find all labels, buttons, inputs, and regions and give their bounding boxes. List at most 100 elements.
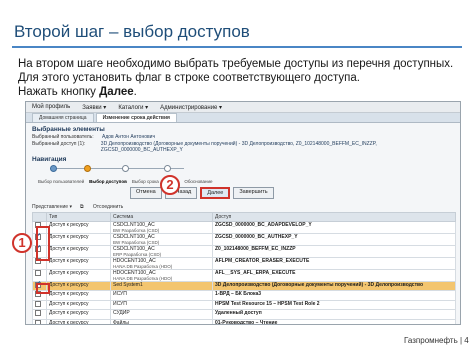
table-row[interactable]: Доступ к ресурсу ИСУП HPSM Test Resource 1… — [32, 299, 456, 311]
view-dropdown[interactable]: Представление ▾ — [32, 204, 72, 210]
wizard-stepper — [32, 165, 454, 179]
row-checkbox[interactable] — [35, 300, 41, 307]
instruction-text: На втором шаге необходимо выбрать требуе… — [18, 57, 458, 99]
row-system: ИСУП — [113, 300, 127, 307]
checkbox-highlight-box-2 — [36, 283, 50, 294]
table-toolbar: Представление ▾ ⧉ Отсоединить — [26, 201, 460, 212]
step-labels: Выбор пользователей Выбор доступов Выбор… — [38, 179, 454, 184]
next-button[interactable]: Далее — [200, 187, 231, 199]
col-header-type[interactable]: Тип — [46, 212, 111, 222]
row-system-description: ERP Разработка (CSD) — [113, 252, 162, 257]
instruction-line-2: Для этого установить флаг в строке соотв… — [18, 72, 360, 84]
row-checkbox[interactable] — [35, 270, 41, 276]
row-access: 1-ВРД – БК Блока3 — [212, 290, 456, 301]
step-label-users[interactable]: Выбор пользователей — [38, 179, 84, 184]
row-access: HPSM Test Resource 15 – HPSM Test Role 2 — [212, 299, 456, 311]
detach-icon: ⧉ — [79, 204, 85, 210]
row-system-cell: ИСУП — [110, 290, 213, 301]
menu-catalogs[interactable]: Каталоги ▾ — [118, 104, 148, 111]
step-dot-users[interactable] — [50, 165, 57, 172]
selected-user-value[interactable]: Адов Антон Антонович — [102, 134, 155, 140]
menu-requests[interactable]: Заявки ▾ — [82, 104, 106, 111]
row-access: ZGCSD_0000000_BC_AUTHEXP_Y — [212, 233, 456, 246]
access-table: Тип Система Доступ Доступ к ресурсу CSDCL… — [32, 212, 456, 325]
col-header-system[interactable]: Система — [110, 212, 213, 222]
selected-user-row: Выбранный пользователь: Адов Антон Антон… — [32, 134, 454, 140]
tab-change-validity[interactable]: Изменение срока действия — [95, 113, 177, 122]
row-type: Доступ к ресурсу — [46, 245, 111, 258]
row-type: Доступ к ресурсу — [46, 290, 111, 301]
row-select-cell — [32, 309, 47, 320]
row-system-description: BW Разработка (CSD) — [113, 240, 160, 245]
instruction-line-3: Нажать кнопку Далее. — [18, 85, 458, 99]
row-system-cell: СУДИР — [110, 309, 213, 320]
row-type: Доступ к ресурсу — [46, 299, 111, 311]
row-system: ИСУП — [113, 291, 127, 298]
step-label-justification[interactable]: Обоснование — [184, 179, 212, 184]
row-system-cell: ИСУП — [110, 299, 213, 311]
selected-user-label: Выбранный пользователь: — [32, 134, 94, 140]
table-row[interactable]: Доступ к ресурсу HDOCENT100_AC HANA DB Раз… — [32, 257, 456, 270]
selected-access-row: Выбранный доступ (1): 3D Делопроизводств… — [32, 141, 454, 153]
row-system-cell: CSDCLNT100_AC BW Разработка (CSD) — [110, 233, 213, 246]
menu-administration[interactable]: Администрирование ▾ — [160, 104, 222, 111]
title-divider — [12, 46, 462, 48]
footer-brand: Газпромнефть | 4 — [404, 336, 469, 345]
row-type: Доступ к ресурсу — [46, 221, 111, 234]
row-type: Доступ к ресурсу — [46, 269, 111, 282]
top-menu: Мой профиль Заявки ▾ Каталоги ▾ Админист… — [26, 102, 460, 113]
row-type: Доступ к ресурсу — [46, 257, 111, 270]
row-system-description: HANA DB Разработка (HDO) — [113, 276, 173, 281]
cancel-button[interactable]: Отмена — [130, 187, 162, 199]
col-header-select[interactable] — [32, 212, 47, 222]
selected-access-label: Выбранный доступ (1): — [32, 141, 86, 147]
table-row[interactable]: Доступ к ресурсуCSDCLNT100_ACERP Разрабо… — [32, 244, 456, 258]
table-row[interactable]: Доступ к ресурсуCSDCLNT100_ACBW Разработ… — [32, 221, 456, 234]
instruction-line-3-prefix: Нажать кнопку — [18, 86, 100, 98]
step-dot-justification[interactable] — [164, 165, 171, 172]
callout-1: 1 — [12, 233, 32, 253]
tab-bar: Домашняя страница Изменение срока действ… — [26, 113, 460, 123]
step-dot-access[interactable] — [84, 165, 91, 172]
wizard-panel: Выбранные элементы Выбранный пользовател… — [26, 123, 460, 201]
table-row[interactable]: Доступ к ресурсу ИСУП 1-ВРД – БК Блока3 — [32, 290, 456, 301]
tab-home[interactable]: Домашняя страница — [32, 113, 94, 122]
row-access: Удаленный доступ — [212, 309, 456, 320]
table-row[interactable]: Доступ к ресурсуCSDCLNT100_ACBW Разработ… — [32, 232, 456, 246]
row-checkbox[interactable] — [35, 310, 41, 317]
row-access: 01-Руководство – Чтение — [212, 318, 456, 324]
row-system-description: BW Разработка (CSD) — [113, 228, 160, 233]
detach-button[interactable]: ⧉ Отсоединить — [80, 204, 131, 210]
row-type: Доступ к ресурсу — [46, 233, 111, 246]
table-row[interactable]: Доступ к ресурсу СУДИР Удаленный доступ — [32, 309, 456, 320]
step-dot-validity[interactable] — [122, 165, 129, 172]
instruction-next-word: Далее — [99, 86, 134, 98]
table-row[interactable]: Доступ к ресурсу Файлы 01-Руководство – Чт… — [32, 318, 456, 325]
row-select-cell — [32, 318, 47, 324]
row-type: Доступ к ресурсу — [46, 309, 111, 320]
row-system-cell: CSDCLNT100_AC BW Разработка (CSD) — [110, 221, 213, 234]
finish-button[interactable]: Завершить — [233, 187, 274, 199]
instruction-line-3-suffix: . — [133, 86, 137, 98]
row-checkbox[interactable] — [35, 319, 41, 324]
wizard-buttons: Отмена < Назад Далее Завершить — [32, 187, 454, 199]
row-access: AFLPM_CREATOR_ERASER_EXECUTE — [212, 257, 456, 270]
row-system-cell: CSDCLNT100_AC ERP Разработка (CSD) — [110, 245, 213, 258]
row-system-cell: Sed System1 — [110, 280, 213, 292]
row-system-description: HANA DB Разработка (HDO) — [113, 264, 173, 269]
slide-title: Второй шаг – выбор доступов — [14, 22, 250, 41]
row-access: 3D Делопроизводство (Договорные документ… — [212, 280, 456, 292]
row-system: СУДИР — [113, 310, 130, 317]
table-row[interactable]: Доступ к ресурсуSed System1 3D Делопроизв… — [32, 280, 456, 292]
step-label-access[interactable]: Выбор доступов — [89, 179, 127, 184]
row-type: Доступ к ресурсу — [46, 280, 111, 292]
selected-items-heading: Выбранные элементы — [32, 126, 105, 133]
row-system-cell: Файлы — [110, 318, 213, 325]
table-row[interactable]: Доступ к ресурсу HDOCENT100_AC HANA DB Раз… — [32, 269, 456, 282]
callout-2: 2 — [160, 175, 180, 195]
navigation-heading: Навигация — [32, 156, 67, 163]
col-header-access[interactable]: Доступ — [212, 212, 456, 222]
menu-my-profile[interactable]: Мой профиль — [32, 104, 70, 110]
row-system: Файлы — [113, 319, 129, 325]
row-access: ZGCSD_0000000_BC_ADAPDEVELOP_Y — [212, 221, 456, 234]
